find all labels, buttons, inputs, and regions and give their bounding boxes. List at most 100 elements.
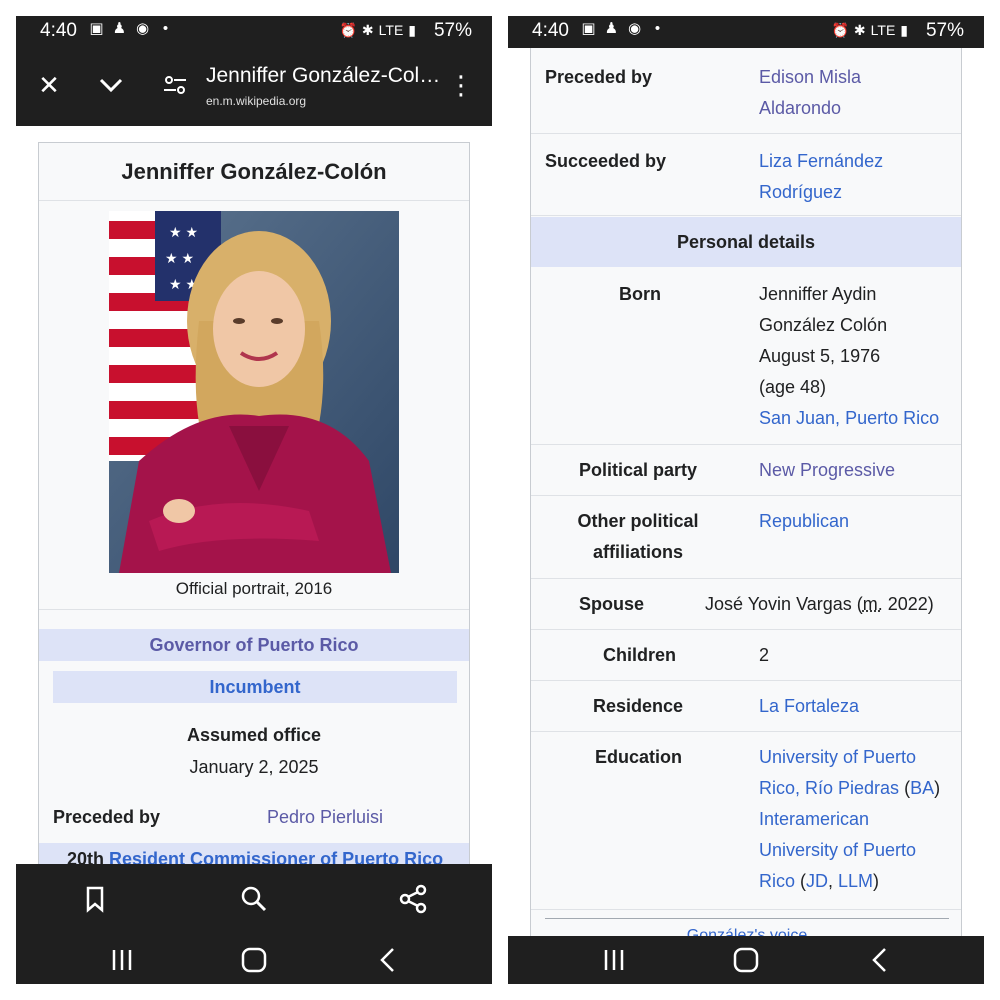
ba-link[interactable]: BA bbox=[910, 778, 934, 798]
home-icon[interactable] bbox=[730, 944, 762, 976]
search-icon[interactable] bbox=[237, 882, 271, 916]
political-party-label: Political party bbox=[579, 460, 698, 480]
other-label-1: Other political bbox=[577, 511, 699, 531]
succeeded-by-row: Succeeded by Liza Fernández Rodríguez bbox=[531, 134, 961, 216]
education-label: Education bbox=[595, 747, 683, 767]
married-year: 2022) bbox=[882, 594, 934, 614]
share-icon[interactable] bbox=[396, 882, 430, 916]
children-row: Children 2 bbox=[531, 630, 961, 681]
preceded-line-1[interactable]: Edison Misla bbox=[759, 62, 955, 93]
back-icon[interactable] bbox=[372, 944, 404, 976]
alarm-icon: ⏰ bbox=[339, 22, 357, 38]
gallery-icon: ▣ bbox=[581, 20, 596, 37]
succeeded-line-2[interactable]: Rodríguez bbox=[759, 177, 955, 208]
interamerican-link-1[interactable]: Interamerican bbox=[759, 804, 959, 835]
page-url: en.m.wikipedia.org bbox=[206, 94, 307, 108]
system-icons: ⏰ ✱ LTE ▮ bbox=[831, 22, 908, 39]
battery-level: 57% bbox=[925, 20, 964, 41]
notification-icons: ▣ ♟ ◉ • bbox=[580, 20, 666, 37]
born-value: Jenniffer Aydin González Colón August 5,… bbox=[759, 279, 955, 434]
close-icon[interactable]: ✕ bbox=[34, 70, 64, 100]
signal-icon: ▮ bbox=[900, 22, 908, 38]
political-party-link[interactable]: New Progressive bbox=[759, 455, 955, 486]
network-label: LTE bbox=[870, 22, 896, 38]
spouse-name: José Yovin Vargas ( bbox=[705, 594, 863, 614]
residence-link[interactable]: La Fortaleza bbox=[759, 691, 955, 722]
page-settings-icon[interactable] bbox=[160, 70, 190, 100]
recent-apps-icon[interactable] bbox=[106, 944, 138, 976]
preceded-by-label: Preceded by bbox=[53, 807, 161, 827]
page-title[interactable]: Jenniffer González-Col… bbox=[206, 64, 442, 88]
left-screen: 4:40 ▣ ♟ ◉ • ⏰ ✱ LTE ▮ 57% ✕ Jenniffer G… bbox=[16, 16, 492, 984]
bluetooth-icon: ✱ bbox=[853, 22, 866, 38]
succeeded-line-1[interactable]: Liza Fernández bbox=[759, 146, 955, 177]
discord-icon: ◉ bbox=[135, 20, 150, 37]
paren-open: ( bbox=[795, 871, 807, 891]
infobox: Jenniffer González-Colón ★ ★ ★ ★ ★ ★ Off… bbox=[38, 142, 470, 882]
network-label: LTE bbox=[378, 22, 404, 38]
right-screen: 4:40 ▣ ♟ ◉ • ⏰ ✱ LTE ▮ 57% Preceded by E… bbox=[508, 16, 984, 984]
residence-row: Residence La Fortaleza bbox=[531, 681, 961, 732]
chevron-down-icon[interactable] bbox=[96, 70, 126, 100]
upr-link-2[interactable]: Rico, Río Piedras bbox=[759, 778, 899, 798]
children-label: Children bbox=[603, 645, 677, 665]
republican-link[interactable]: Republican bbox=[759, 506, 955, 537]
preceded-by-link[interactable]: Pedro Pierluisi bbox=[267, 807, 383, 828]
preceded-line-2[interactable]: Aldarondo bbox=[759, 93, 955, 124]
gallery-icon: ▣ bbox=[89, 20, 104, 37]
jd-link[interactable]: JD bbox=[806, 871, 828, 891]
more-vert-icon[interactable]: ⋮ bbox=[446, 70, 476, 100]
status-time: 4:40 bbox=[40, 20, 77, 41]
bookmark-icon[interactable] bbox=[78, 882, 112, 916]
spouse-label: Spouse bbox=[579, 594, 645, 614]
svg-text:★ ★: ★ ★ bbox=[165, 250, 194, 266]
discord-icon: ◉ bbox=[627, 20, 642, 37]
portrait-image[interactable]: ★ ★ ★ ★ ★ ★ bbox=[109, 211, 399, 573]
birth-place-link[interactable]: San Juan, Puerto Rico bbox=[759, 403, 955, 434]
paren-close: ) bbox=[934, 778, 941, 798]
age: (age 48) bbox=[759, 377, 827, 397]
alarm-icon: ⏰ bbox=[831, 22, 849, 38]
voice-recording-link[interactable]: González's voice bbox=[545, 918, 949, 936]
status-time: 4:40 bbox=[532, 20, 569, 41]
battery-level: 57% bbox=[433, 20, 472, 41]
system-icons: ⏰ ✱ LTE ▮ bbox=[339, 22, 416, 39]
upr-link-1[interactable]: University of Puerto bbox=[759, 742, 959, 773]
signal-icon: ▮ bbox=[408, 22, 416, 38]
status-bar: 4:40 ▣ ♟ ◉ • ⏰ ✱ LTE ▮ 57% bbox=[16, 16, 492, 48]
back-icon[interactable] bbox=[864, 944, 896, 976]
portrait-caption: Official portrait, 2016 bbox=[175, 579, 333, 598]
bottom-toolbar bbox=[16, 864, 492, 936]
preceded-by-label: Preceded by bbox=[545, 67, 653, 87]
political-party-row: Political party New Progressive bbox=[531, 445, 961, 496]
birth-name-2: González Colón bbox=[759, 315, 888, 335]
home-icon[interactable] bbox=[238, 944, 270, 976]
comma: , bbox=[828, 871, 839, 891]
born-label: Born bbox=[619, 284, 661, 304]
interamerican-link-3[interactable]: Rico bbox=[759, 871, 795, 891]
birth-name-1: Jenniffer Aydin bbox=[759, 284, 877, 304]
paren-close: ) bbox=[873, 871, 880, 891]
spouse-row: Spouse José Yovin Vargas (m. 2022) bbox=[531, 579, 961, 630]
incumbent-badge[interactable]: Incumbent bbox=[53, 671, 457, 703]
dot-icon: • bbox=[162, 20, 169, 37]
bluetooth-icon: ✱ bbox=[361, 22, 374, 38]
paren-open: ( bbox=[899, 778, 911, 798]
assumed-office-label: Assumed office bbox=[186, 725, 322, 745]
preceded-by-link[interactable]: Edison Misla Aldarondo bbox=[759, 62, 955, 124]
education-row: Education University of Puerto Rico, Río… bbox=[531, 732, 961, 910]
recent-apps-icon[interactable] bbox=[598, 944, 630, 976]
personal-details-header: Personal details bbox=[531, 217, 961, 267]
llm-link[interactable]: LLM bbox=[838, 871, 873, 891]
infobox-continued: Preceded by Edison Misla Aldarondo Succe… bbox=[530, 48, 962, 936]
other-label-2: affiliations bbox=[592, 542, 683, 562]
other-affiliations-row: Other political affiliations Republican bbox=[531, 496, 961, 579]
children-value: 2 bbox=[759, 645, 770, 665]
notification-icons: ▣ ♟ ◉ • bbox=[88, 20, 174, 37]
interamerican-link-2[interactable]: University of Puerto bbox=[759, 835, 959, 866]
married-abbr[interactable]: m. bbox=[863, 594, 883, 614]
svg-text:★ ★: ★ ★ bbox=[169, 224, 198, 240]
browser-toolbar: ✕ Jenniffer González-Col… en.m.wikipedia… bbox=[16, 48, 492, 126]
office-link[interactable]: Governor of Puerto Rico bbox=[39, 629, 469, 661]
succeeded-by-link[interactable]: Liza Fernández Rodríguez bbox=[759, 146, 955, 208]
